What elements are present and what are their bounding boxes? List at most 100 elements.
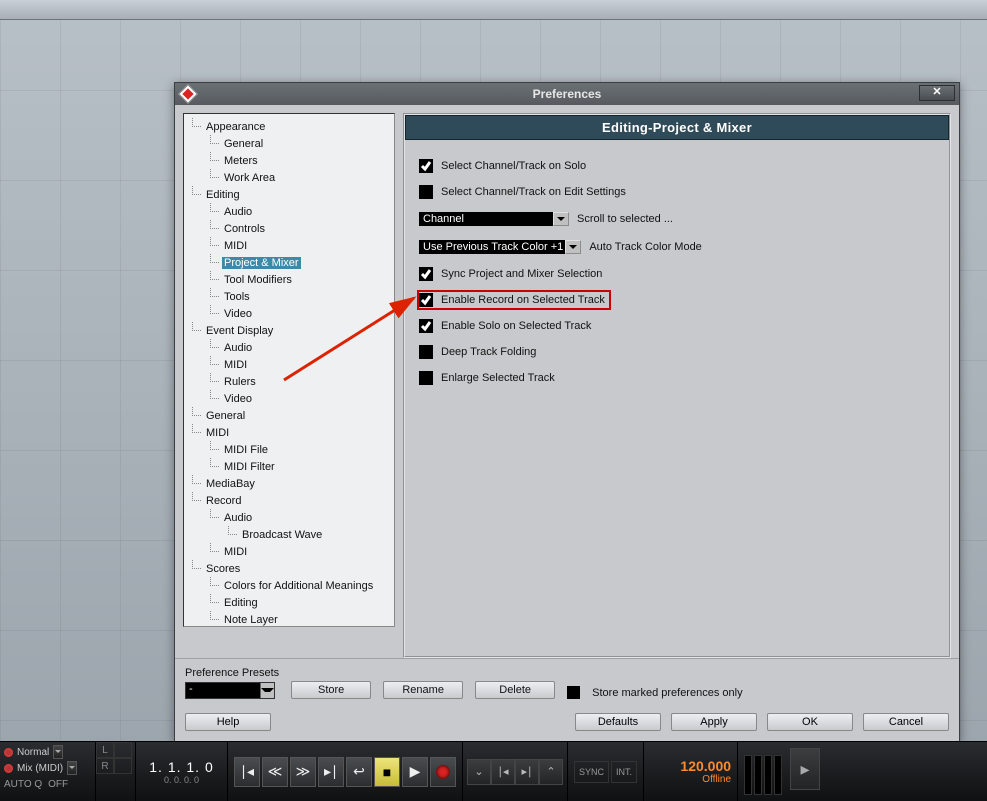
tree-node[interactable]: MIDI [186,424,392,441]
tree-node[interactable]: Note Layer [186,611,392,626]
play-button[interactable]: ▶ [402,757,428,787]
chevron-down-icon [565,240,581,254]
label: Deep Track Folding [441,346,536,358]
transport-bar: Normal Mix (MIDI) AUTO Q OFF L R 1. 1. 1… [0,741,987,801]
label: Enable Solo on Selected Track [441,320,591,332]
checkbox-sync-project-mixer[interactable] [419,267,433,281]
tree-node-label: MIDI File [222,444,270,456]
tree-node[interactable]: Audio [186,509,392,526]
help-button[interactable]: Help [185,713,271,731]
tree-node[interactable]: MediaBay [186,475,392,492]
tree-node[interactable]: General [186,407,392,424]
checkbox-enlarge-selected[interactable] [419,371,433,385]
titlebar[interactable]: Preferences ✕ [175,83,959,105]
tree-node[interactable]: Scores [186,560,392,577]
apply-button[interactable]: Apply [671,713,757,731]
goto-end-button[interactable]: ▸∣ [318,757,344,787]
time-display[interactable]: 1. 1. 1. 0 0. 0. 0. 0 [136,742,228,801]
scroll-to-selected-combo[interactable]: Channel [419,212,569,226]
tree-node[interactable]: Rulers [186,373,392,390]
goto-start-button[interactable]: ∣◂ [234,757,260,787]
stop-button[interactable]: ■ [374,757,400,787]
defaults-button[interactable]: Defaults [575,713,661,731]
delete-button[interactable]: Delete [475,681,555,699]
sync-button[interactable]: SYNC [574,761,609,783]
jog-down-button[interactable]: ⌄ [467,759,491,785]
tree-node-label: Audio [222,342,254,354]
chevron-down-icon[interactable] [67,761,77,775]
tree-node-label: General [222,138,265,150]
jog-up-button[interactable]: ⌃ [539,759,563,785]
row-select-on-edit: Select Channel/Track on Edit Settings [419,184,935,200]
cycle-button[interactable]: ↩ [346,757,372,787]
tree-node[interactable]: Record [186,492,392,509]
tree-node[interactable]: Video [186,305,392,322]
fast-forward-button[interactable]: ≫ [290,757,316,787]
punch-in-icon[interactable] [114,742,132,758]
tree-node[interactable]: Event Display [186,322,392,339]
tree-node[interactable]: Controls [186,220,392,237]
chevron-down-icon [553,212,569,226]
category-tree[interactable]: AppearanceGeneralMetersWork AreaEditingA… [184,114,394,626]
row-enlarge-selected: Enlarge Selected Track [419,370,935,386]
checkbox-deep-track-folding[interactable] [419,345,433,359]
tree-node-label: Work Area [222,172,277,184]
next-marker-button[interactable]: ▸∣ [515,759,539,785]
combo-value: Use Previous Track Color +1 [423,241,563,253]
auto-track-color-combo[interactable]: Use Previous Track Color +1 [419,240,581,254]
record-button[interactable] [430,757,456,787]
tree-node[interactable]: Broadcast Wave [186,526,392,543]
tree-node-label: Tool Modifiers [222,274,294,286]
tree-node-label: MIDI [204,427,231,439]
tree-node[interactable]: Editing [186,594,392,611]
tree-node[interactable]: MIDI File [186,441,392,458]
checkbox-store-marked[interactable] [567,686,580,699]
tree-node[interactable]: MIDI [186,543,392,560]
tempo-panel[interactable]: 120.000 Offline [644,742,738,801]
tree-node[interactable]: Colors for Additional Meanings [186,577,392,594]
tree-node-label: Editing [222,597,260,609]
rename-button[interactable]: Rename [383,681,463,699]
tree-node[interactable]: Appearance [186,118,392,135]
left-locator[interactable]: L [96,742,114,758]
prev-marker-button[interactable]: ∣◂ [491,759,515,785]
checkbox-enable-solo-selected[interactable] [419,319,433,333]
tree-node[interactable]: General [186,135,392,152]
sync-source[interactable]: INT. [611,761,637,783]
ok-button[interactable]: OK [767,713,853,731]
store-button[interactable]: Store [291,681,371,699]
record-mode-1[interactable]: Normal [17,747,49,758]
label: Enlarge Selected Track [441,372,555,384]
label: Auto Track Color Mode [589,241,702,253]
close-button[interactable]: ✕ [919,85,955,101]
tree-node[interactable]: Audio [186,203,392,220]
tree-node[interactable]: Meters [186,152,392,169]
tree-node-label: MIDI [222,359,249,371]
checkbox-select-on-solo[interactable] [419,159,433,173]
tree-node[interactable]: Video [186,390,392,407]
punch-out-icon[interactable] [114,758,132,774]
meter-bar [774,755,782,795]
auto-quantize-label[interactable]: AUTO Q [4,779,42,790]
show-panel-button[interactable]: ▸ [790,748,820,790]
tree-node[interactable]: MIDI Filter [186,458,392,475]
rewind-button[interactable]: ≪ [262,757,288,787]
tree-node-label: Project & Mixer [222,257,301,269]
tree-node[interactable]: Editing [186,186,392,203]
record-mode-2[interactable]: Mix (MIDI) [17,763,63,774]
right-locator[interactable]: R [96,758,114,774]
preset-select[interactable]: - [185,682,275,699]
tree-node[interactable]: MIDI [186,356,392,373]
tree-node[interactable]: Project & Mixer [186,254,392,271]
row-enable-solo-selected: Enable Solo on Selected Track [419,318,935,334]
cancel-button[interactable]: Cancel [863,713,949,731]
chevron-down-icon[interactable] [53,745,63,759]
tree-node[interactable]: Work Area [186,169,392,186]
tree-node[interactable]: MIDI [186,237,392,254]
checkbox-select-on-edit[interactable] [419,185,433,199]
tree-node[interactable]: Tools [186,288,392,305]
tree-node[interactable]: Tool Modifiers [186,271,392,288]
auto-quantize-off[interactable]: OFF [48,779,68,790]
checkbox-enable-record-selected[interactable] [419,293,433,307]
tree-node[interactable]: Audio [186,339,392,356]
